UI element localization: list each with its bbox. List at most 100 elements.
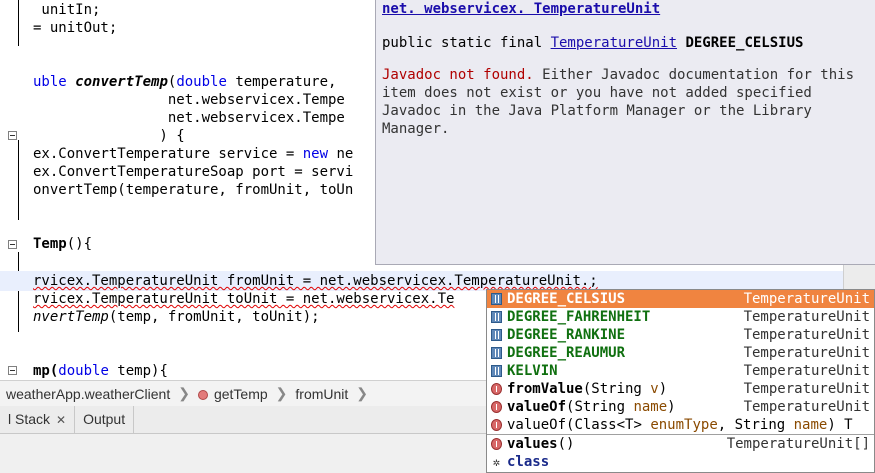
breadcrumb-item[interactable]: fromUnit — [289, 386, 354, 402]
param-name: name — [633, 399, 668, 415]
fold-guide — [18, 140, 19, 220]
completion-type: TemperatureUnit[] — [726, 436, 870, 452]
fold-guide — [18, 0, 19, 46]
completion-type: TemperatureUnit — [743, 327, 870, 343]
chevron-right-icon: ❯ — [178, 385, 190, 401]
method-icon — [491, 401, 502, 413]
param-name: v — [650, 381, 659, 397]
completion-item[interactable]: KELVIN TemperatureUnit — [487, 362, 874, 380]
method-params: ) — [667, 399, 676, 415]
code-line: ) { — [33, 128, 185, 144]
code-line: ex.ConvertTemperature service = new ne — [33, 145, 353, 163]
completion-name: KELVIN — [507, 363, 558, 379]
tab-label: Output — [83, 411, 126, 427]
field-icon — [491, 329, 502, 341]
field-icon — [491, 311, 502, 323]
keyword: double — [176, 74, 227, 90]
javadoc-signature: public static final TemperatureUnit DEGR… — [382, 34, 869, 52]
completion-item[interactable]: DEGREE_REAUMUR TemperatureUnit — [487, 344, 874, 362]
javadoc-type-link[interactable]: TemperatureUnit — [551, 35, 677, 51]
completion-item[interactable]: values() TemperatureUnit[] — [487, 434, 874, 453]
method-params: ) T — [827, 417, 853, 433]
tab-call-stack[interactable]: l Stack ✕ — [0, 406, 76, 433]
completion-item[interactable]: valueOf(Class<T> enumType, String name) … — [487, 416, 874, 434]
keyword-icon: ✲ — [492, 455, 501, 469]
close-icon[interactable]: ✕ — [56, 413, 66, 427]
code-text: (temp, fromUnit, toUnit); — [108, 309, 320, 325]
method-name: valueOf — [507, 417, 567, 433]
completion-item[interactable]: ✲ class — [487, 453, 874, 471]
method-icon — [197, 389, 208, 400]
completion-type: TemperatureUnit — [743, 363, 870, 379]
method-name: nvertTemp — [33, 309, 109, 325]
completion-item[interactable]: DEGREE_CELSIUS TemperatureUnit — [487, 290, 874, 308]
code-text: temp){ — [108, 363, 168, 379]
code-text: (){ — [66, 236, 93, 252]
code-text: temperature, — [226, 74, 337, 90]
method-params: () — [557, 436, 575, 452]
code-line: = unitOut; — [33, 20, 118, 36]
code-line: rvicex.TemperatureUnit toUnit = net.webs… — [33, 290, 454, 308]
code-line: ex.ConvertTemperatureSoap port = servi — [33, 164, 354, 180]
method-icon — [491, 383, 502, 395]
code-text: ex.ConvertTemperature service = — [33, 146, 303, 162]
keyword: new — [302, 146, 329, 162]
completion-item[interactable]: DEGREE_FAHRENHEIT TemperatureUnit — [487, 308, 874, 326]
method-name: Temp — [33, 236, 67, 252]
code-text-error: rvicex.TemperatureUnit fromUnit = net.we… — [33, 273, 598, 289]
breadcrumb-item[interactable]: weatherApp.weatherClient — [0, 386, 176, 402]
completion-item[interactable]: fromValue(String v) TemperatureUnit — [487, 380, 874, 398]
fold-guide — [18, 252, 19, 332]
method-name: fromValue — [507, 381, 583, 397]
code-line-current: rvicex.TemperatureUnit fromUnit = net.we… — [33, 272, 598, 290]
javadoc-popup: net. webservicex. TemperatureUnit public… — [375, 0, 875, 265]
method-params: (Class<T> — [566, 417, 651, 433]
completion-name: class — [507, 454, 550, 470]
param-name: name — [793, 417, 828, 433]
fold-toggle-icon[interactable] — [8, 366, 17, 375]
completion-name: DEGREE_CELSIUS — [507, 291, 626, 307]
code-line: nvertTemp(temp, fromUnit, toUnit); — [33, 308, 320, 326]
completion-type: TemperatureUnit — [743, 309, 870, 325]
method-params: (String — [582, 381, 651, 397]
completion-item[interactable]: valueOf(String name) TemperatureUnit — [487, 398, 874, 416]
method-name: values — [507, 436, 558, 452]
method-icon — [491, 438, 502, 450]
completion-item[interactable]: DEGREE_RANKINE TemperatureUnit — [487, 326, 874, 344]
code-line: Temp(){ — [33, 235, 92, 253]
completion-name: fromValue(String v) — [507, 380, 667, 398]
method-params: (String — [566, 399, 634, 415]
breadcrumb-label: getTemp — [213, 385, 268, 402]
field-icon — [491, 293, 502, 305]
completion-type: TemperatureUnit — [743, 399, 870, 415]
javadoc-error-text: Javadoc not found. — [382, 67, 534, 83]
field-icon — [491, 365, 502, 377]
fold-toggle-icon[interactable] — [8, 131, 17, 140]
code-line: uble convertTemp(double temperature, — [33, 73, 336, 91]
code-completion-popup: DEGREE_CELSIUS TemperatureUnit DEGREE_FAH… — [486, 289, 875, 473]
method-params: , String — [717, 417, 794, 433]
field-icon — [491, 347, 502, 359]
fold-toggle-icon[interactable] — [8, 240, 17, 249]
chevron-right-icon: ❯ — [356, 385, 369, 401]
completion-type: TemperatureUnit — [743, 345, 870, 361]
completion-name: values() — [507, 435, 574, 453]
completion-type: TemperatureUnit — [743, 381, 870, 397]
completion-name: valueOf(Class<T> enumType, String name) … — [507, 416, 853, 434]
completion-type: TemperatureUnit — [743, 291, 870, 307]
breadcrumb: weatherApp.weatherClient ❯ getTemp ❯ fro… — [0, 380, 486, 406]
completion-name: DEGREE_FAHRENHEIT — [507, 309, 651, 325]
completion-name: valueOf(String name) — [507, 398, 676, 416]
chevron-right-icon: ❯ — [275, 385, 288, 401]
keyword: double — [58, 363, 109, 379]
completion-name: DEGREE_REAUMUR — [507, 345, 626, 361]
javadoc-class-link[interactable]: net. webservicex. TemperatureUnit — [382, 0, 869, 18]
code-text: mp( — [33, 363, 59, 379]
code-line: net.webservicex.Tempe — [33, 110, 345, 126]
code-line: onvertTemp(temperature, fromUnit, toUn — [33, 182, 354, 198]
breadcrumb-item[interactable]: getTemp — [192, 386, 274, 402]
method-icon — [491, 419, 502, 431]
tab-strip: l Stack ✕ Output — [0, 406, 486, 434]
tab-output[interactable]: Output — [75, 406, 135, 433]
method-name: valueOf — [507, 399, 567, 415]
